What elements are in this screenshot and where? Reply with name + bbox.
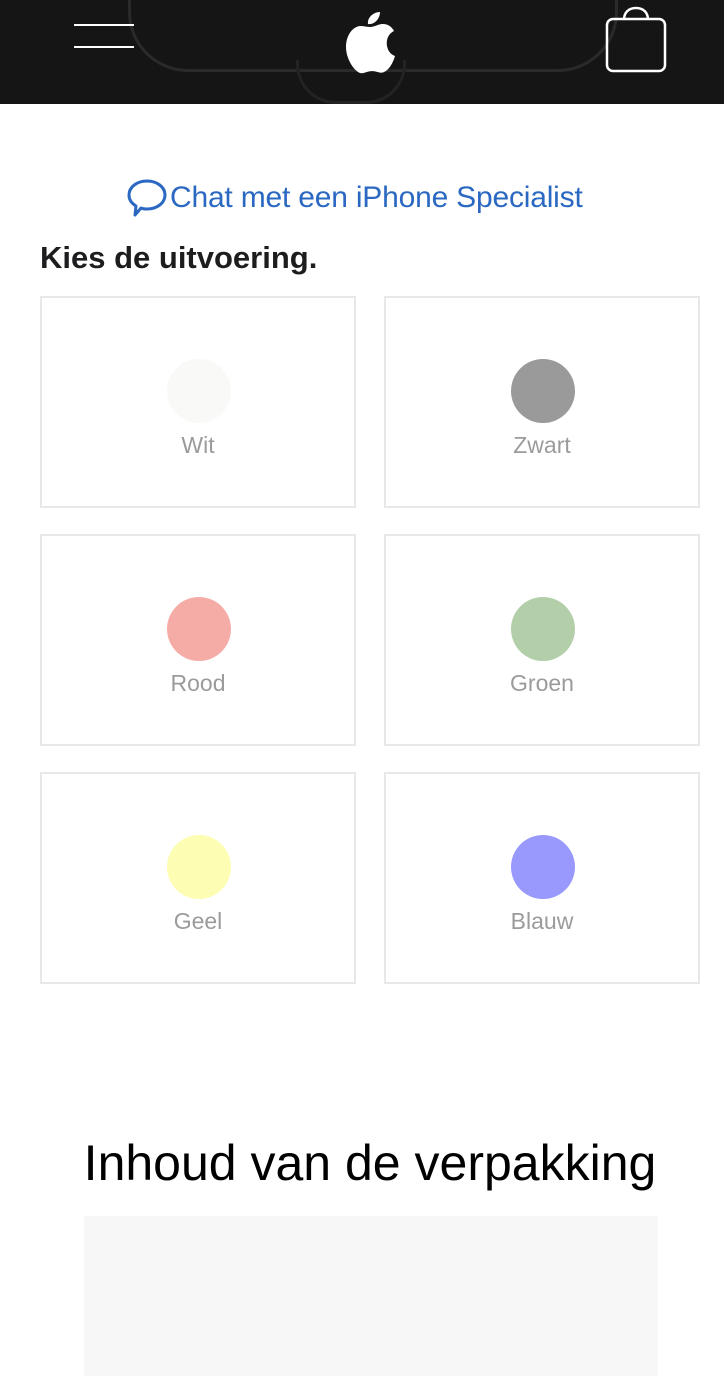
color-swatch-rood — [167, 597, 231, 661]
finish-option-geel[interactable]: Geel — [40, 772, 356, 984]
top-navigation-bar — [0, 0, 724, 104]
finish-option-rood[interactable]: Rood — [40, 534, 356, 746]
finish-option-wit[interactable]: Wit — [40, 296, 356, 508]
finish-option-label: Wit — [181, 432, 215, 458]
color-swatch-geel — [167, 835, 231, 899]
box-contents-panel — [84, 1216, 658, 1376]
finish-option-label: Rood — [170, 670, 226, 696]
finish-option-label: Geel — [173, 908, 223, 934]
finish-option-blauw[interactable]: Blauw — [384, 772, 700, 984]
box-contents-title: Inhoud van de verpakking — [83, 1135, 657, 1191]
shopping-bag-icon[interactable] — [604, 6, 668, 74]
finish-option-zwart[interactable]: Zwart — [384, 296, 700, 508]
finish-option-label: Blauw — [510, 908, 574, 934]
color-swatch-groen — [511, 597, 575, 661]
finish-section-title: Kies de uitvoering. — [40, 240, 318, 275]
finish-option-label: Groen — [510, 670, 574, 696]
color-swatch-blauw — [511, 835, 575, 899]
finish-option-label: Zwart — [513, 432, 571, 458]
color-swatch-wit — [167, 359, 231, 423]
apple-logo-icon[interactable] — [342, 8, 398, 74]
finish-option-groen[interactable]: Groen — [384, 534, 700, 746]
color-swatch-zwart — [511, 359, 575, 423]
hamburger-menu-icon[interactable] — [70, 18, 138, 54]
chat-bubble-icon — [127, 179, 167, 217]
chat-link-label: Chat met een iPhone Specialist — [170, 181, 583, 214]
chat-specialist-link[interactable]: Chat met een iPhone Specialist — [126, 176, 583, 220]
